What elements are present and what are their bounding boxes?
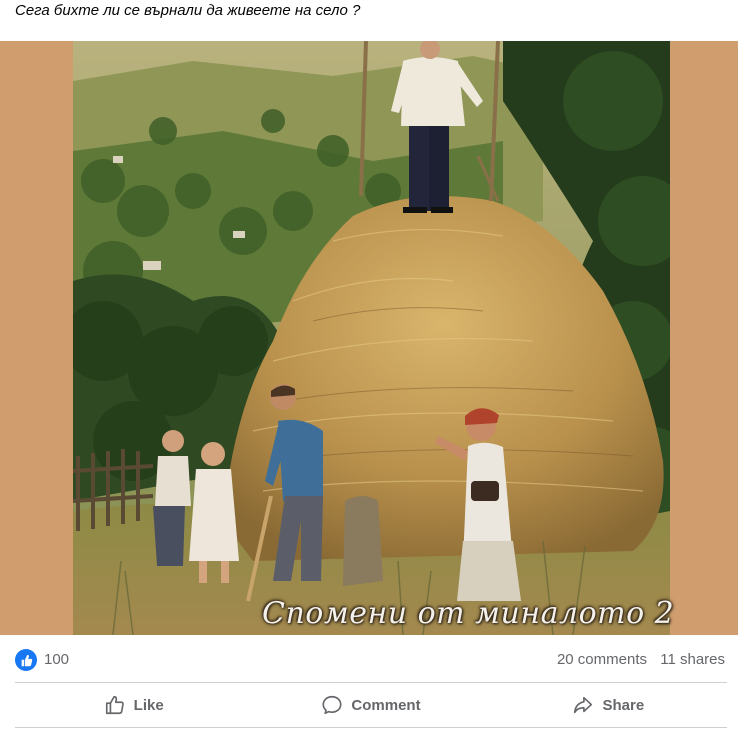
share-arrow-icon xyxy=(572,694,594,716)
share-button[interactable]: Share xyxy=(490,684,727,726)
divider-bottom xyxy=(15,727,727,728)
reaction-count[interactable]: 100 xyxy=(44,650,69,670)
share-label: Share xyxy=(602,696,645,714)
haystack-photo xyxy=(73,41,670,635)
post-photo[interactable]: Спомени от миналото 2 xyxy=(0,41,738,635)
comments-count[interactable]: 20 comments xyxy=(557,650,647,670)
like-label: Like xyxy=(133,696,164,714)
like-button[interactable]: Like xyxy=(15,684,252,726)
divider-top xyxy=(15,682,727,683)
post-text: Сега бихте ли се върнали да живеете на с… xyxy=(15,2,361,19)
reactions-bar: 100 20 comments 11 shares xyxy=(15,645,725,675)
like-icon[interactable] xyxy=(15,649,37,671)
speech-bubble-icon xyxy=(321,694,343,716)
shares-count[interactable]: 11 shares xyxy=(660,650,725,670)
photo-caption: Спомени от миналото 2 xyxy=(262,596,675,631)
comment-button[interactable]: Comment xyxy=(252,684,489,726)
comment-label: Comment xyxy=(351,696,421,714)
post-actions: Like Comment Share xyxy=(15,684,727,726)
thumbs-up-icon xyxy=(104,694,126,716)
